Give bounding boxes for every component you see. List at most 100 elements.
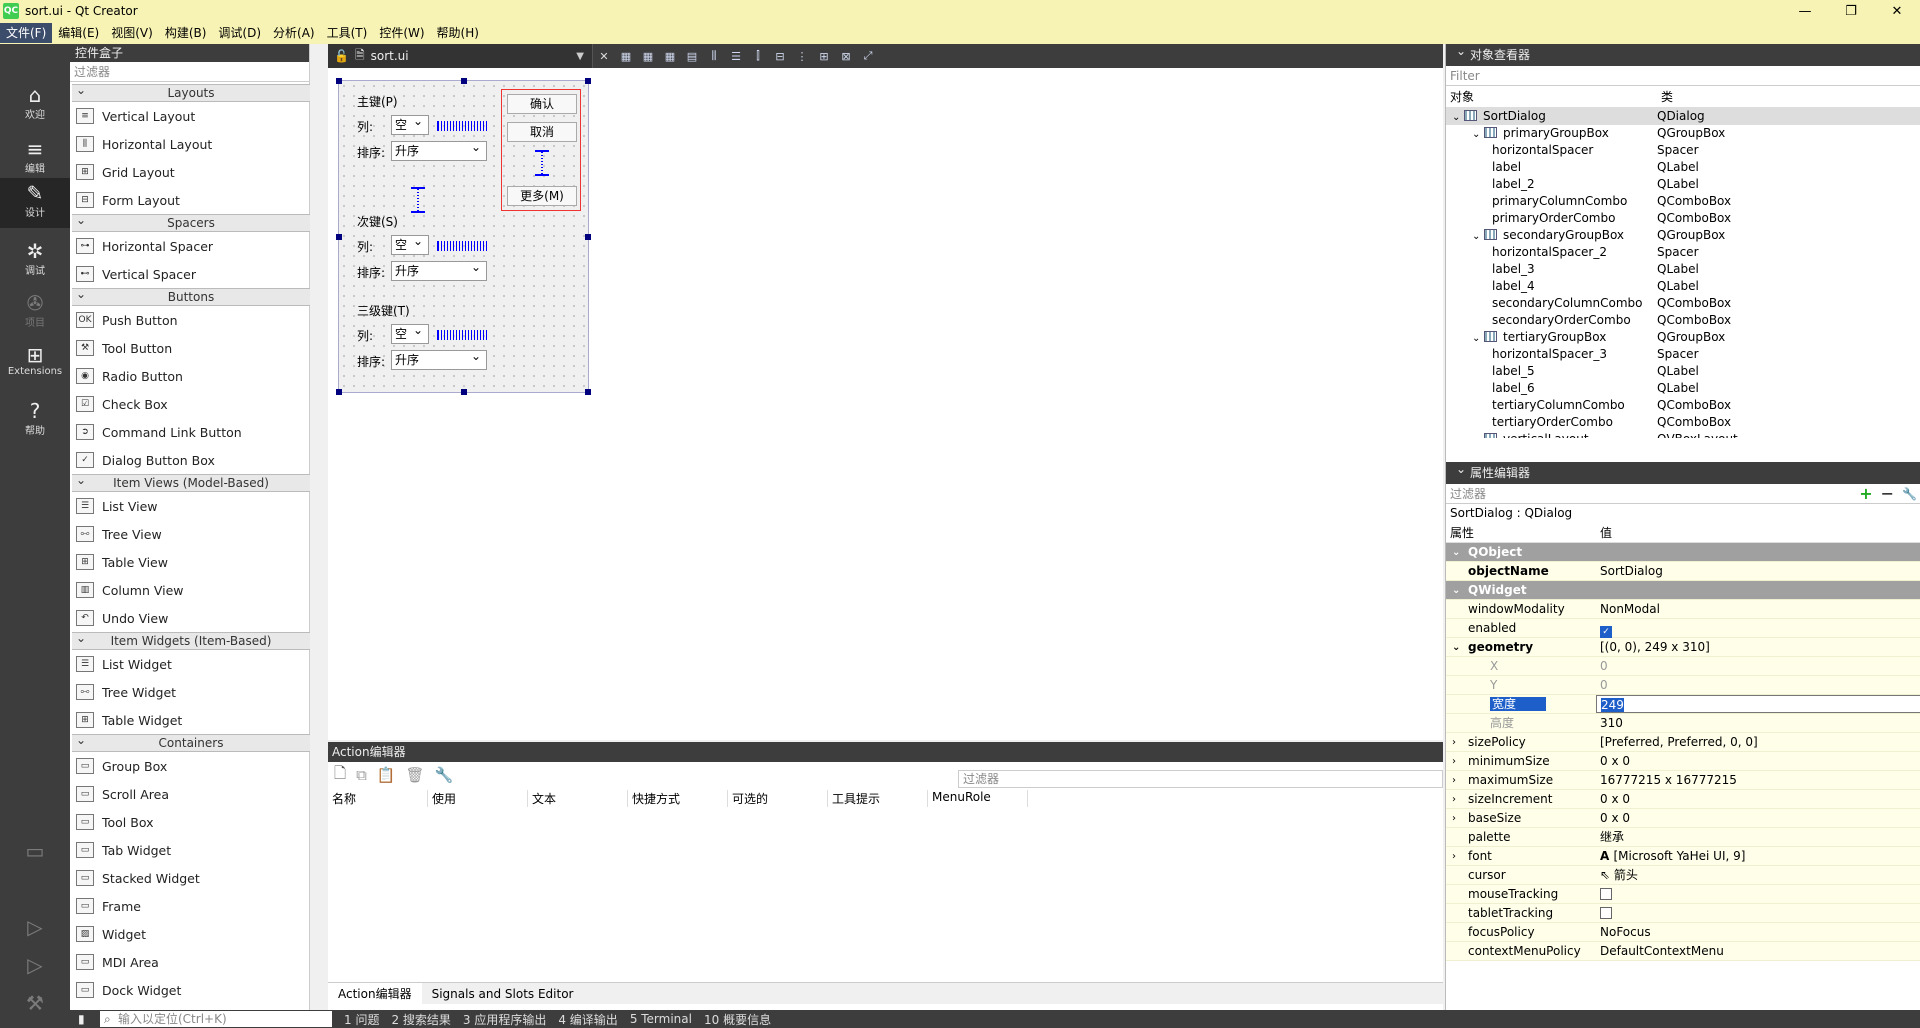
property-value[interactable]: 16777215 x 16777215 [1596,771,1920,789]
widget-box-filter-input[interactable]: 过滤器 [70,62,309,82]
primary-column-label[interactable]: 列: [357,118,373,135]
property-row[interactable]: ⌄ geometry [(0, 0), 249 x 310] [1446,638,1920,657]
property-value[interactable]: [Preferred, Preferred, 0, 0] [1596,733,1920,751]
menu-view[interactable]: 视图(V) [105,23,159,43]
object-tree-row[interactable]: tertiaryColumnCombo QComboBox [1446,397,1920,414]
menu-help[interactable]: 帮助(H) [431,23,485,43]
property-row[interactable]: X0 [1446,657,1920,676]
property-value[interactable]: 0 x 0 [1596,752,1920,770]
widget-item[interactable]: ▭ Tool Box [70,808,310,836]
object-tree-row[interactable]: label_5 QLabel [1446,363,1920,380]
mode-projects[interactable]: ✇ 项目 [0,288,70,338]
property-value[interactable]: ✓ [1596,619,1920,638]
chevron-right-icon[interactable]: › [1452,847,1456,866]
column-header-value[interactable]: 值 [1596,523,1612,542]
expand-arrow-icon[interactable]: ⌄ [1472,126,1484,142]
layout-horizontal-icon[interactable]: ⫼ [703,45,725,67]
layout-form-icon[interactable]: ⋮ [791,45,813,67]
widget-category-header[interactable]: Layouts [72,84,310,102]
widget-item[interactable]: ⊟ Form Layout [70,186,310,214]
property-row[interactable]: 高度 310 [1446,714,1920,733]
object-tree-row[interactable]: horizontalSpacer Spacer [1446,142,1920,159]
mode-help[interactable]: ? 帮助 [0,396,70,446]
property-row[interactable]: › minimumSize 0 x 0 [1446,752,1920,771]
resize-handle[interactable] [461,78,467,84]
property-filter-input[interactable]: 过滤器 [1446,485,1859,502]
property-row[interactable]: ⌄ QObject [1446,543,1920,562]
edit-widgets-icon[interactable]: ▦ [615,45,637,67]
property-value[interactable] [1596,904,1920,922]
chevron-right-icon[interactable]: › [1452,733,1456,752]
property-value[interactable]: 继承 [1596,828,1920,846]
layout-h-splitter-icon[interactable]: ⫿ [747,45,769,67]
column-header-property[interactable]: 属性 [1446,523,1596,542]
object-tree-row[interactable]: secondaryColumnCombo QComboBox [1446,295,1920,312]
object-tree-row[interactable]: ⌄ SortDialog QDialog [1446,108,1920,125]
property-row[interactable]: tabletTracking [1446,904,1920,923]
resize-handle[interactable] [585,78,591,84]
property-value[interactable]: ⇖ 箭头 [1596,866,1920,884]
object-tree-row[interactable]: label QLabel [1446,159,1920,176]
widget-item[interactable]: OK Push Button [70,306,310,334]
primary-order-label[interactable]: 排序: [357,144,385,161]
object-tree-row[interactable]: label_2 QLabel [1446,176,1920,193]
layout-grid-icon[interactable]: ⊞ [813,45,835,67]
secondary-column-label[interactable]: 列: [357,238,373,255]
property-row[interactable]: ⌄ QWidget [1446,581,1920,600]
configure-icon[interactable]: 🔧 [1902,487,1917,501]
adjust-size-icon[interactable]: ⤢ [857,45,879,67]
object-tree-row[interactable]: ⌄ verticalLayout QVBoxLayout [1446,431,1920,438]
chevron-right-icon[interactable]: › [1452,790,1456,809]
object-tree-row[interactable]: secondaryOrderCombo QComboBox [1446,312,1920,329]
property-row[interactable]: objectName SortDialog [1446,562,1920,581]
primary-groupbox-title[interactable]: 主键(P) [357,93,398,110]
layout-vertical-icon[interactable]: ☰ [725,45,747,67]
mode-welcome[interactable]: ⌂ 欢迎 [0,80,70,130]
column-header[interactable]: 使用 [428,790,528,807]
mode-debug[interactable]: ✲ 调试 [0,236,70,286]
object-tree-row[interactable]: label_6 QLabel [1446,380,1920,397]
sort-dialog-form[interactable]: 主键(P) 列: 空 排序: 升序 次键(S) 列: 空 排序: 升序 三级键(… [336,78,591,395]
widget-item[interactable]: ⫼ Horizontal Layout [70,130,310,158]
widget-category-header[interactable]: Item Widgets (Item-Based) [72,630,310,650]
object-tree-row[interactable]: horizontalSpacer_2 Spacer [1446,244,1920,261]
widget-item[interactable]: ▨ Widget [70,920,310,948]
column-header[interactable]: 可选的 [728,790,828,807]
target-selector-button[interactable]: ▭ [0,840,70,870]
property-row[interactable]: windowModality NonModal [1446,600,1920,619]
widget-item[interactable]: ⊞ Grid Layout [70,158,310,186]
property-value[interactable]: NonModal [1596,600,1920,618]
mode-design[interactable]: ✎ 设计 [0,178,70,228]
column-header-class[interactable]: 类 [1657,86,1673,107]
widget-item[interactable]: ☰ List Widget [70,650,310,678]
widget-item[interactable]: ▭ Stacked Widget [70,864,310,892]
widget-item[interactable]: ▭ Frame [70,892,310,920]
layout-v-splitter-icon[interactable]: ⊟ [769,45,791,67]
menu-build[interactable]: 构建(B) [159,23,213,43]
edit-buddies-icon[interactable]: ▦ [659,45,681,67]
column-header[interactable]: 快捷方式 [628,790,728,807]
edit-signals-icon[interactable]: ▦ [637,45,659,67]
vertical-layout[interactable]: 确认 取消 更多(M) [501,89,581,211]
property-value[interactable]: DefaultContextMenu [1596,942,1920,960]
object-tree-row[interactable]: tertiaryOrderCombo QComboBox [1446,414,1920,431]
object-filter-input[interactable]: Filter [1446,66,1920,86]
object-tree-row[interactable]: ⌄ primaryGroupBox QGroupBox [1446,125,1920,142]
chevron-right-icon[interactable]: › [1452,752,1456,771]
horizontal-spacer[interactable] [437,121,487,131]
ok-button[interactable]: 确认 [507,94,577,114]
pane-search-results[interactable]: 2 搜索结果 [391,1011,450,1028]
column-header[interactable]: 文本 [528,790,628,807]
configure-icon[interactable]: 🔧 [435,766,454,784]
property-row[interactable]: 宽度 249 [1446,695,1920,714]
property-row[interactable]: › sizePolicy [Preferred, Preferred, 0, 0] [1446,733,1920,752]
resize-handle[interactable] [336,389,342,395]
widget-category-header[interactable]: Item Views (Model-Based) [72,472,310,492]
checkbox[interactable] [1600,888,1612,900]
property-row[interactable]: enabled ✓ [1446,619,1920,638]
column-header[interactable]: MenuRole [928,790,1028,807]
debug-run-button[interactable]: ▷ [0,954,70,984]
property-value[interactable]: 249 [1596,695,1920,713]
object-tree-row[interactable]: primaryColumnCombo QComboBox [1446,193,1920,210]
mode-extensions[interactable]: ⊞ Extensions [0,340,70,390]
